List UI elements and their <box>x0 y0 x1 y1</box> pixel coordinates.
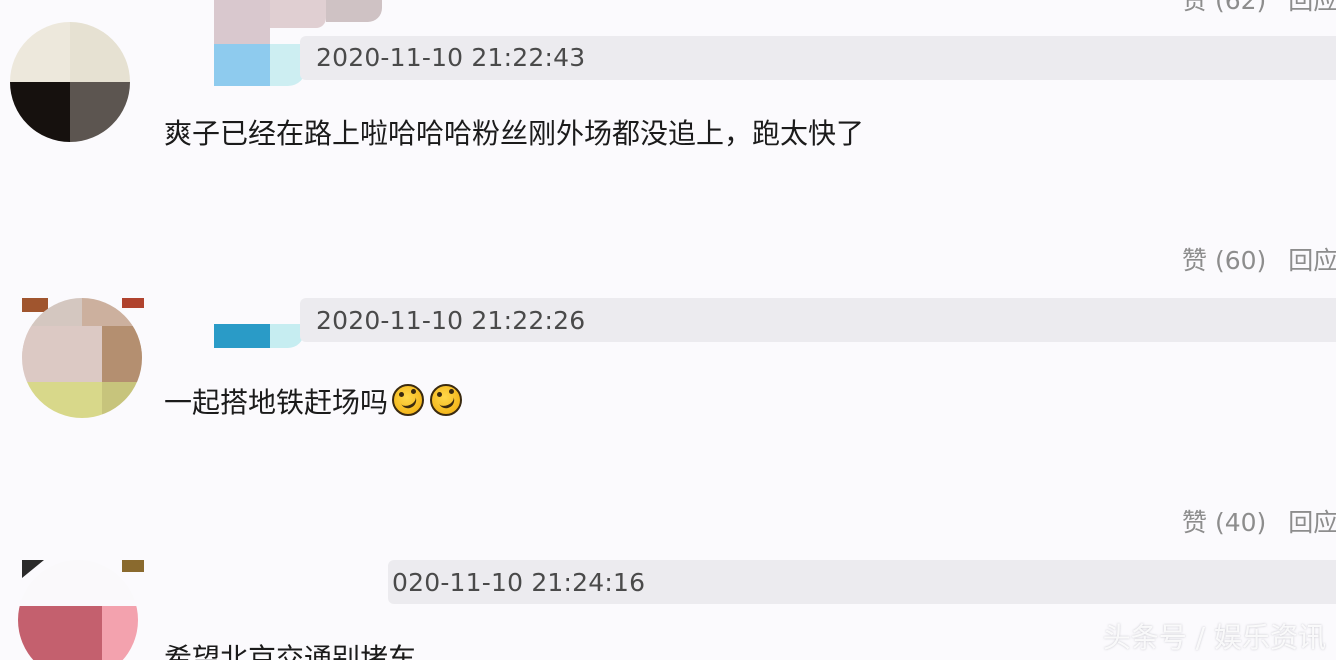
like-count: (60) <box>1214 246 1267 275</box>
avatar[interactable] <box>10 22 130 142</box>
like-count: (40) <box>1214 508 1267 537</box>
reply-button[interactable]: 回应 <box>1288 510 1336 535</box>
like-label: 赞 <box>1182 246 1208 275</box>
like-button[interactable]: 赞 (60) <box>1182 248 1266 273</box>
timestamp: 020-11-10 21:24:16 <box>392 568 646 597</box>
timestamp: 2020-11-10 21:22:26 <box>316 306 586 335</box>
like-count: (62) <box>1214 0 1267 15</box>
comment-actions: 赞 (40) 回应 <box>1182 510 1336 535</box>
watermark: 头条号 / 娱乐资讯 <box>1102 621 1326 654</box>
username-mosaic <box>214 324 304 348</box>
comment-body: 希望北京交通别堵车 <box>164 642 417 660</box>
comment-text: 爽子已经在路上啦哈哈哈粉丝刚外场都没追上，跑太快了 <box>164 120 864 148</box>
comment-text: 一起搭地铁赶场吗 <box>164 384 463 419</box>
comment-actions: 赞 (60) 回应 <box>1182 248 1336 273</box>
reply-button[interactable]: 回应 <box>1288 248 1336 273</box>
avatar[interactable] <box>18 560 138 660</box>
reply-button[interactable]: 回应 <box>1288 0 1336 13</box>
comment-text: 希望北京交通别堵车 <box>164 645 416 660</box>
like-label: 赞 <box>1182 0 1208 15</box>
top-comment-actions: 赞 (62) 回应 <box>1182 0 1336 13</box>
like-label: 赞 <box>1182 508 1208 537</box>
like-button[interactable]: 赞 (40) <box>1182 510 1266 535</box>
comment-list: 赞 (62) 回应 2020-11-10 21:22:43 爽子已经在路上啦哈哈哈… <box>0 0 1336 660</box>
username-mosaic <box>214 44 306 86</box>
comment-body: 一起搭地铁赶场吗 <box>164 386 389 419</box>
laughing-crying-emoji-icon <box>430 384 463 416</box>
timestamp: 2020-11-10 21:22:43 <box>316 43 586 72</box>
like-button[interactable]: 赞 (62) <box>1182 0 1266 13</box>
avatar[interactable] <box>22 298 142 418</box>
laughing-crying-emoji-icon <box>392 384 425 416</box>
comment-body: 爽子已经在路上啦哈哈哈粉丝刚外场都没追上，跑太快了 <box>164 117 865 150</box>
